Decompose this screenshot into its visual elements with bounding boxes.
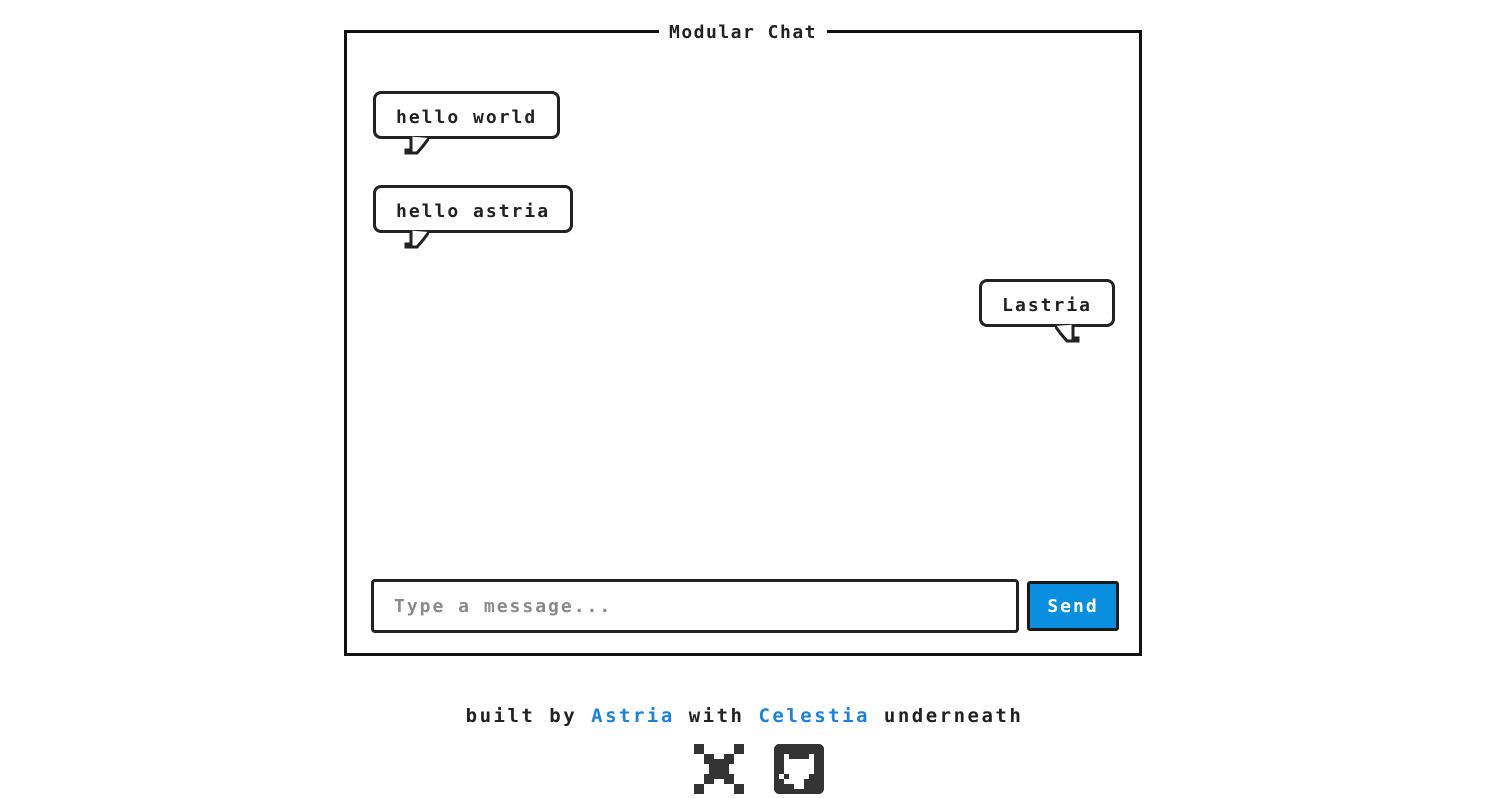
credit-prefix: built by <box>465 705 578 727</box>
credit-suffix: underneath <box>883 705 1024 727</box>
footer-credit: built by Astria with Celestia underneath <box>0 703 1489 729</box>
chat-window: Modular Chat hello world hello astria La… <box>344 19 1142 656</box>
bubble-tail-icon <box>403 136 429 155</box>
credit-middle: with <box>688 705 745 727</box>
message-input[interactable] <box>371 579 1019 633</box>
message-bubble: hello world <box>373 91 561 139</box>
x-link[interactable] <box>694 744 744 794</box>
message-item: hello world <box>373 91 561 155</box>
bubble-tail-icon <box>403 230 429 249</box>
github-icon <box>774 744 824 794</box>
x-icon <box>694 744 744 794</box>
send-button[interactable]: Send <box>1027 581 1119 631</box>
social-links <box>694 744 834 794</box>
message-list: hello world hello astria Lastria <box>347 33 1139 573</box>
message-item: hello astria <box>373 185 574 249</box>
github-link[interactable] <box>774 744 824 794</box>
celestia-link[interactable]: Celestia <box>758 705 870 727</box>
author-link[interactable]: Astria <box>591 705 675 727</box>
bubble-tail-icon <box>1055 324 1081 343</box>
message-bubble: Lastria <box>979 279 1115 327</box>
message-bubble: hello astria <box>373 185 574 233</box>
composer: Send <box>371 579 1119 633</box>
message-item: Lastria <box>979 279 1115 343</box>
